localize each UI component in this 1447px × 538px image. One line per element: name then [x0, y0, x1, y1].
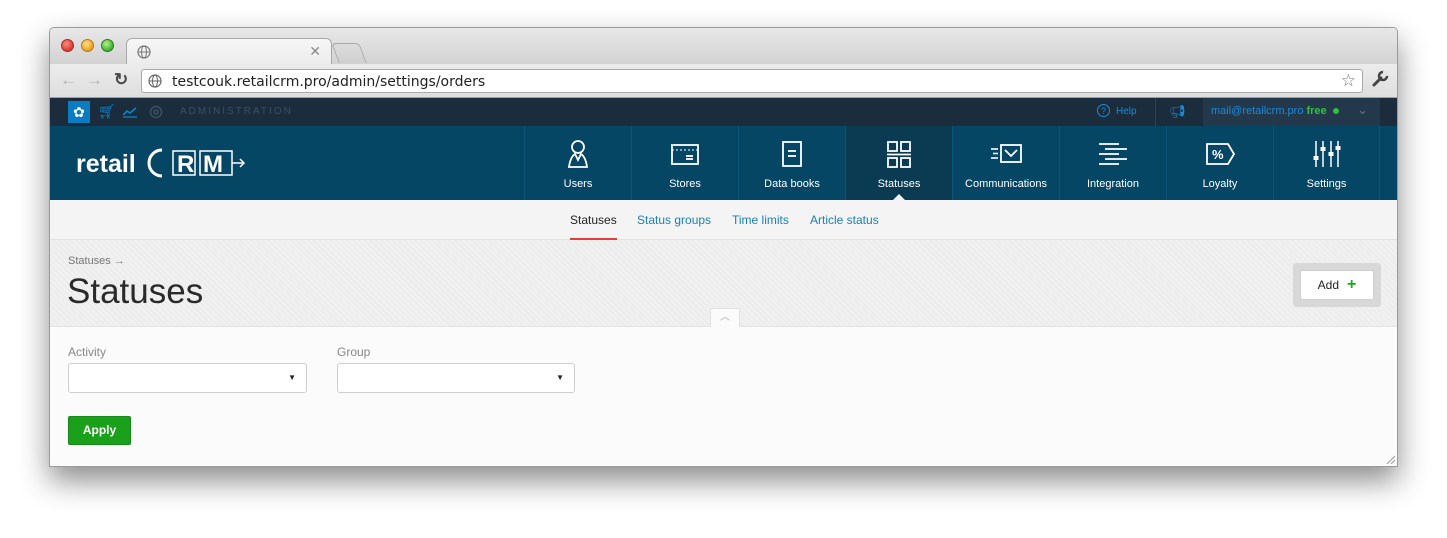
svg-text:%: %	[1212, 147, 1224, 162]
nav-label: Communications	[965, 178, 1047, 190]
forward-arrow-icon[interactable]: →	[86, 70, 103, 90]
account-menu[interactable]: mail@retailcrm.pro free ⌄	[1203, 98, 1380, 126]
group-label: Group	[337, 345, 371, 359]
nav-label: Users	[563, 178, 593, 190]
divider	[1155, 98, 1156, 126]
caret-down-icon: ▼	[556, 373, 564, 382]
mail-icon	[991, 144, 1022, 163]
browser-tab[interactable]: ✕	[126, 38, 332, 65]
nav-item-integration[interactable]: Integration	[1059, 126, 1166, 200]
nav-item-stores[interactable]: Stores	[631, 126, 738, 200]
admin-bar: ✿ 🛒︎ ADMINISTRATION ? Help 📢︎ mail@retail…	[50, 98, 1397, 126]
main-nav: retail R M Users Stores Data books Statu…	[50, 126, 1397, 200]
collapse-toggle[interactable]: ︿	[710, 308, 740, 327]
nav-label: Settings	[1306, 178, 1347, 190]
bookmark-star-icon[interactable]: ☆	[1341, 71, 1356, 91]
retailcrm-logo[interactable]: retail R M	[76, 142, 276, 184]
breadcrumb[interactable]: Statuses →	[68, 255, 125, 267]
browser-window: ✕ ← → ↻ testcouk.retailcrm.pro/admin/set…	[49, 27, 1398, 467]
add-button[interactable]: Add +	[1300, 270, 1374, 300]
browser-toolbar: ← → ↻ testcouk.retailcrm.pro/admin/setti…	[50, 64, 1397, 98]
nav-label: Loyalty	[1202, 178, 1238, 190]
activity-label: Activity	[68, 345, 107, 359]
target-icon[interactable]	[149, 105, 163, 119]
wrench-icon[interactable]	[1371, 70, 1389, 88]
store-icon	[671, 144, 699, 165]
subnav: Statuses Status groups Time limits Artic…	[50, 200, 1397, 240]
user-icon	[567, 140, 589, 168]
back-arrow-icon[interactable]: ←	[60, 70, 77, 90]
apply-button[interactable]: Apply	[68, 416, 131, 445]
close-window-button[interactable]	[61, 39, 74, 52]
minimize-window-button[interactable]	[81, 39, 94, 52]
page-header: Statuses → Statuses Add + ︿	[50, 240, 1397, 327]
nav-label: Integration	[1087, 178, 1139, 190]
close-tab-icon[interactable]: ✕	[309, 43, 321, 60]
nav-label: Stores	[669, 178, 701, 190]
sliders-icon	[1313, 141, 1341, 167]
reload-icon[interactable]: ↻	[114, 70, 128, 90]
question-icon: ?	[1097, 104, 1110, 117]
gear-icon[interactable]: ✿	[68, 101, 90, 123]
nav-item-loyalty[interactable]: % Loyalty	[1166, 126, 1273, 200]
statuses-icon	[887, 141, 911, 168]
subnav-time-limits[interactable]: Time limits	[732, 213, 789, 227]
browser-titlebar: ✕	[50, 28, 1397, 65]
percent-tag-icon: %	[1206, 143, 1236, 165]
address-bar[interactable]: testcouk.retailcrm.pro/admin/settings/or…	[141, 69, 1363, 93]
integration-icon	[1099, 143, 1127, 165]
svg-text:retail: retail	[76, 150, 136, 178]
online-status-dot	[1332, 108, 1339, 115]
url-text[interactable]: testcouk.retailcrm.pro/admin/settings/or…	[172, 74, 485, 90]
help-label: Help	[1116, 106, 1137, 117]
new-tab-button[interactable]	[331, 43, 367, 63]
nav-item-settings[interactable]: Settings	[1273, 126, 1380, 200]
cart-icon[interactable]: 🛒︎	[98, 103, 116, 120]
page-title: Statuses	[67, 272, 204, 311]
globe-icon	[137, 45, 151, 59]
nav-item-statuses[interactable]: Statuses	[845, 126, 952, 200]
resize-handle-icon[interactable]	[1385, 454, 1395, 464]
filter-panel: Activity ▼ Group ▼ Apply	[50, 328, 1397, 466]
svg-text:R: R	[177, 151, 194, 178]
activity-select[interactable]: ▼	[68, 363, 307, 393]
help-link[interactable]: ? Help	[1097, 104, 1137, 117]
globe-icon	[148, 74, 162, 88]
nav-item-communications[interactable]: Communications	[952, 126, 1059, 200]
add-button-label: Add	[1317, 278, 1339, 292]
admin-section-label: ADMINISTRATION	[180, 106, 293, 117]
analytics-icon[interactable]	[123, 106, 137, 118]
chevron-up-icon: ︿	[720, 312, 730, 323]
megaphone-icon[interactable]: 📢︎	[1169, 104, 1186, 120]
subnav-article-status[interactable]: Article status	[810, 213, 879, 227]
nav-item-users[interactable]: Users	[524, 126, 631, 200]
nav-items: Users Stores Data books Statuses Communi…	[524, 126, 1380, 200]
nav-label: Data books	[764, 178, 820, 190]
account-email: mail@retailcrm.pro	[1211, 105, 1304, 117]
caret-down-icon: ▼	[288, 373, 296, 382]
plus-icon: +	[1347, 276, 1357, 293]
nav-item-data-books[interactable]: Data books	[738, 126, 845, 200]
zoom-window-button[interactable]	[101, 39, 114, 52]
group-select[interactable]: ▼	[337, 363, 575, 393]
nav-label: Statuses	[877, 178, 921, 190]
add-button-frame: Add +	[1293, 263, 1381, 307]
plan-label: free	[1306, 105, 1327, 117]
chevron-down-icon: ⌄	[1357, 102, 1368, 117]
subnav-status-groups[interactable]: Status groups	[637, 213, 711, 227]
book-icon	[782, 141, 802, 167]
svg-text:M: M	[203, 151, 223, 178]
subnav-statuses[interactable]: Statuses	[570, 213, 617, 227]
